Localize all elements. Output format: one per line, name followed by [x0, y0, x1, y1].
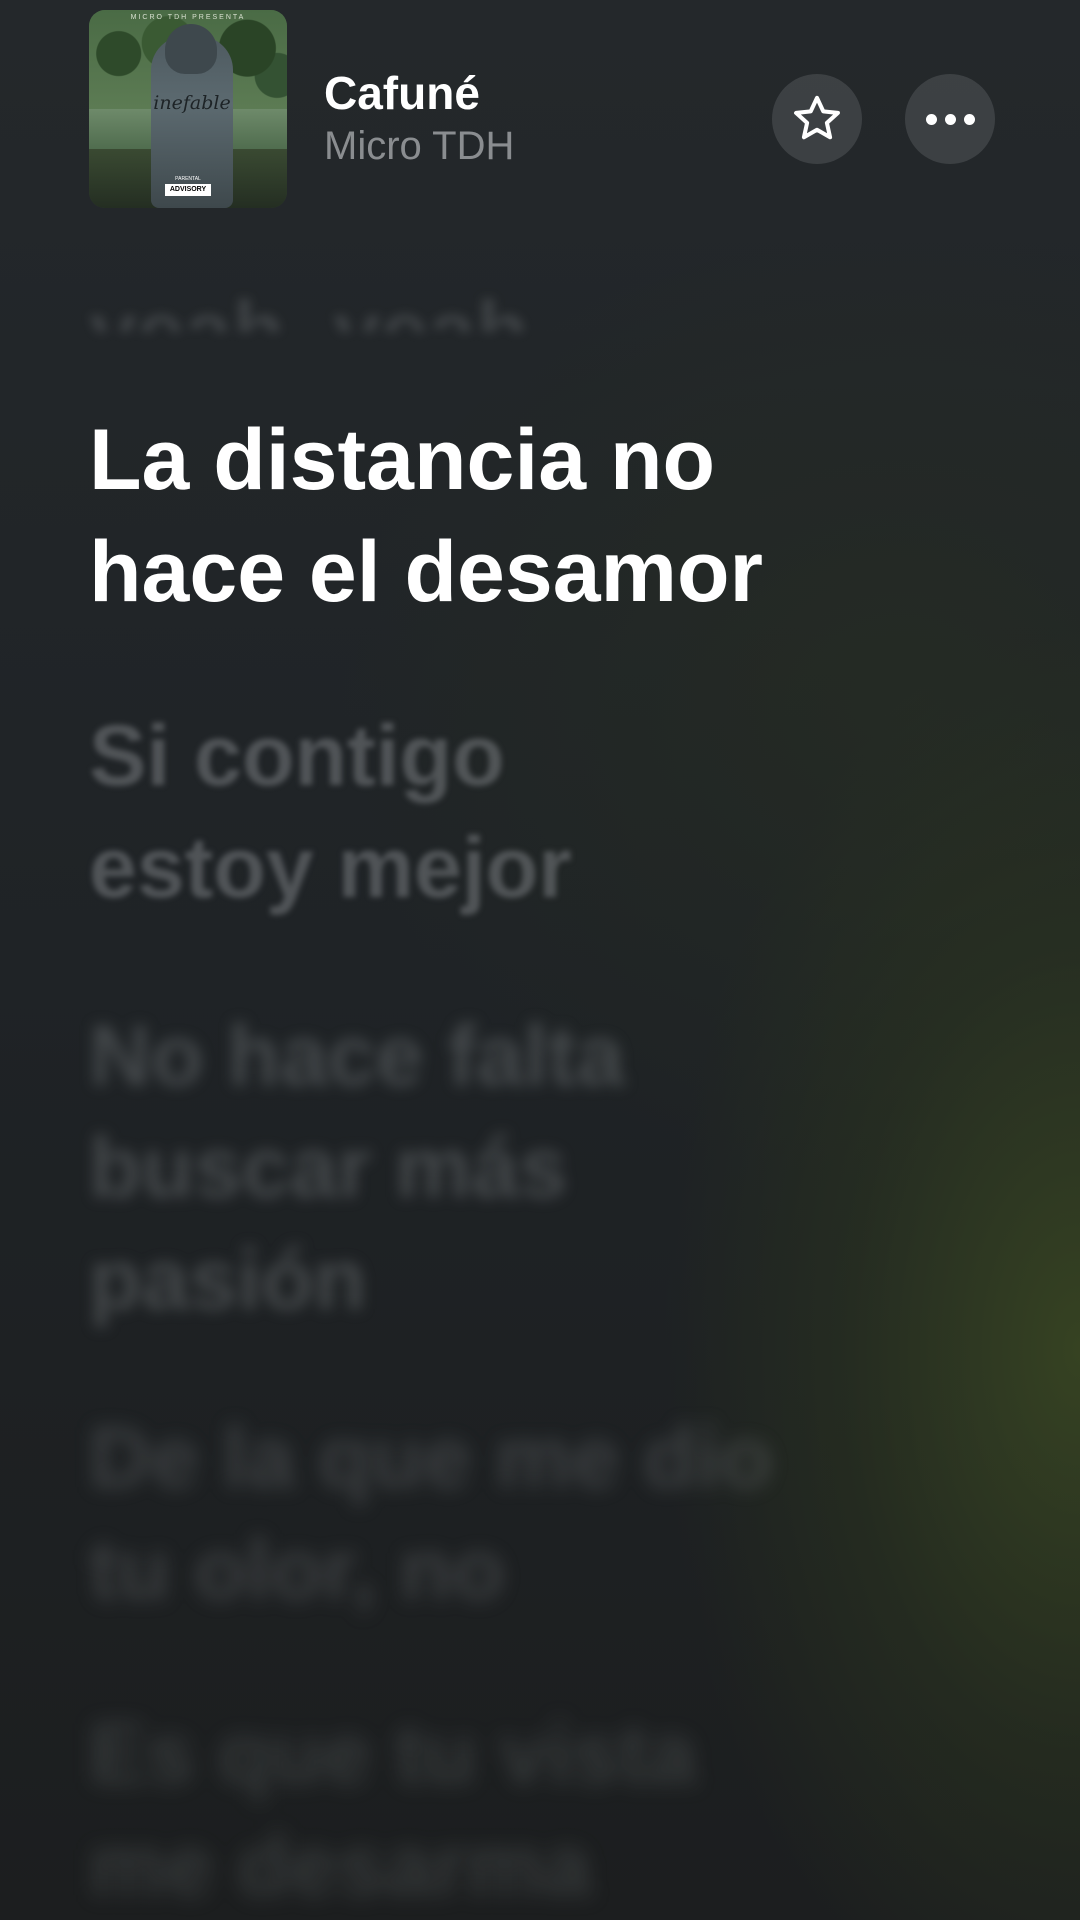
- advisory-label: ADVISORY: [165, 184, 211, 196]
- lyric-line-upcoming[interactable]: Es que tu vista me desarma: [89, 1698, 989, 1920]
- lyric-line-previous[interactable]: yeah, yeah: [89, 222, 989, 332]
- track-title[interactable]: Cafuné: [324, 66, 480, 120]
- artwork-hood: [165, 24, 217, 74]
- ellipsis-icon: [925, 113, 975, 125]
- lyric-line-upcoming[interactable]: No hace falta buscar más pasión: [89, 1000, 989, 1336]
- artwork-top-text: MICRO TDH PRESENTA: [130, 14, 246, 21]
- lyric-line-upcoming[interactable]: Si contigo estoy mejor: [89, 700, 989, 924]
- now-playing-header: MICRO TDH PRESENTA inefable PARENTAL ADV…: [0, 0, 1080, 230]
- lyric-line-previous-text: yeah, yeah: [89, 284, 529, 332]
- parental-label: PARENTAL: [175, 176, 201, 182]
- album-artwork[interactable]: MICRO TDH PRESENTA inefable PARENTAL ADV…: [89, 10, 287, 208]
- star-outline-icon: [794, 95, 840, 140]
- artwork-script-text: inefable: [153, 92, 231, 114]
- more-options-button[interactable]: [905, 74, 995, 164]
- lyric-line-upcoming[interactable]: De la que me dio tu olor, no: [89, 1402, 989, 1626]
- lyric-line-current[interactable]: La distancia no hace el desamor: [89, 404, 989, 628]
- favorite-button[interactable]: [772, 74, 862, 164]
- track-artist[interactable]: Micro TDH: [324, 124, 514, 169]
